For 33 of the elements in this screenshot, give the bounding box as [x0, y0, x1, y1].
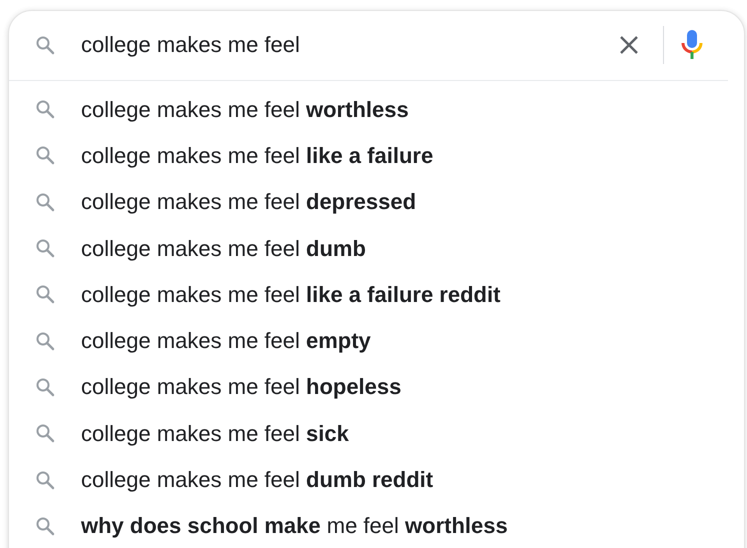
suggestion-text: why does school make me feel worthless: [81, 512, 508, 540]
suggestion-item[interactable]: college makes me feel like a failure: [9, 132, 744, 179]
suggestion-item[interactable]: college makes me feel worthless: [9, 86, 744, 132]
search-field[interactable]: college makes me feel: [81, 28, 609, 61]
suggestion-item[interactable]: why does school make me feel worthless: [9, 502, 744, 548]
search-icon: [35, 99, 55, 120]
microphone-icon: [681, 28, 703, 62]
suggestion-item[interactable]: college makes me feel dumb reddit: [9, 456, 744, 503]
search-icon: [35, 423, 55, 444]
suggestion-text: college makes me feel like a failure: [81, 142, 434, 170]
suggestion-text: college makes me feel hopeless: [81, 373, 402, 402]
suggestion-text: college makes me feel dumb reddit: [81, 466, 434, 494]
search-icon: [35, 284, 55, 304]
suggestion-item[interactable]: college makes me feel like a failure reddit: [9, 271, 744, 318]
search-icon: [35, 238, 55, 258]
suggestion-item[interactable]: college makes me feel empty: [9, 317, 744, 364]
search-icon: [35, 145, 55, 166]
suggestion-text: college makes me feel empty: [81, 327, 371, 356]
search-icon: [35, 192, 55, 212]
suggestion-text: college makes me feel dumb: [81, 234, 366, 263]
suggestion-text: college makes me feel sick: [81, 420, 349, 448]
search-icon: [35, 470, 55, 490]
search-icon: [35, 330, 55, 351]
suggestion-item[interactable]: college makes me feel depressed: [9, 178, 744, 225]
search-icon: [35, 376, 55, 397]
suggestion-text: college makes me feel worthless: [81, 96, 409, 124]
suggestion-item[interactable]: college makes me feel sick: [9, 410, 744, 456]
suggestion-item[interactable]: college makes me feel hopeless: [9, 364, 744, 410]
suggestion-text: college makes me feel like a failure reddit: [81, 280, 500, 309]
suggestion-item[interactable]: college makes me feel dumb: [9, 224, 744, 272]
search-icon: [35, 34, 55, 54]
search-icon: [35, 516, 55, 536]
suggestion-text: college makes me feel depressed: [81, 188, 416, 216]
